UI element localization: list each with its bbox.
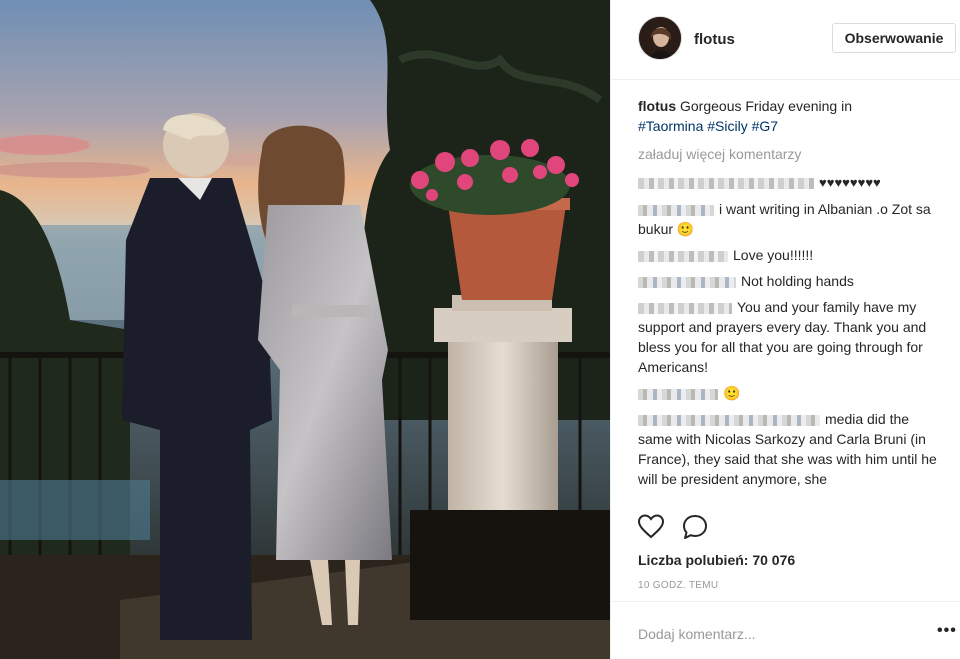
comment-text: 🙂 [723,385,741,401]
hashtag-taormina[interactable]: #Taormina [638,118,703,134]
comment-button[interactable] [681,513,709,541]
post-caption: flotus Gorgeous Friday evening in #Taorm… [638,96,938,136]
photo-scene [0,0,610,659]
follow-button[interactable]: Obserwowanie [832,23,956,53]
blurred-username [638,302,732,314]
post-sidebar: flotus Obserwowanie flotus Gorgeous Frid… [610,0,960,659]
post-header: flotus Obserwowanie [611,0,960,80]
blurred-username [638,177,814,189]
comment: 🙂 [638,383,938,403]
more-options-icon[interactable]: ••• [937,622,957,640]
avatar-portrait-icon [639,17,681,59]
blurred-username [638,204,714,216]
username[interactable]: flotus [694,31,735,48]
comments-list: flotus Gorgeous Friday evening in #Taorm… [638,96,938,502]
comment: You and your family have my support and … [638,297,938,377]
load-more-comments-link[interactable]: załaduj więcej komentarzy [638,144,938,164]
add-comment-input[interactable]: Dodaj komentarz... [638,626,756,642]
avatar[interactable] [638,16,682,60]
hashtag-sicily[interactable]: #Sicily [707,118,747,134]
heart-outline-icon[interactable] [637,513,665,541]
comment: ♥♥♥♥♥♥♥♥ [638,172,938,193]
speech-bubble-icon[interactable] [681,513,709,541]
comment-text: Not holding hands [741,273,854,289]
comment: media did the same with Nicolas Sarkozy … [638,409,938,489]
comment: i want writing in Albanian .o Zot sa buk… [638,199,938,239]
blurred-username [638,276,736,288]
blurred-username [638,388,718,400]
comment: Not holding hands [638,271,938,291]
comment-text: Love you!!!!!! [733,247,814,263]
likes-count[interactable]: Liczba polubień: 70 076 [638,552,795,568]
hashtag-g7[interactable]: #G7 [752,118,778,134]
caption-username[interactable]: flotus [638,98,676,114]
comment-composer: Dodaj komentarz... ••• [611,601,960,659]
blurred-username [638,250,728,262]
caption-text: Gorgeous Friday evening in [676,98,852,114]
post-timestamp[interactable]: 10 GODZ. TEMU [638,580,718,591]
blurred-username [638,414,820,426]
comment: Love you!!!!!! [638,245,938,265]
comment-text: ♥♥♥♥♥♥♥♥ [819,175,881,190]
post-photo[interactable] [0,0,610,659]
like-button[interactable] [637,513,665,541]
